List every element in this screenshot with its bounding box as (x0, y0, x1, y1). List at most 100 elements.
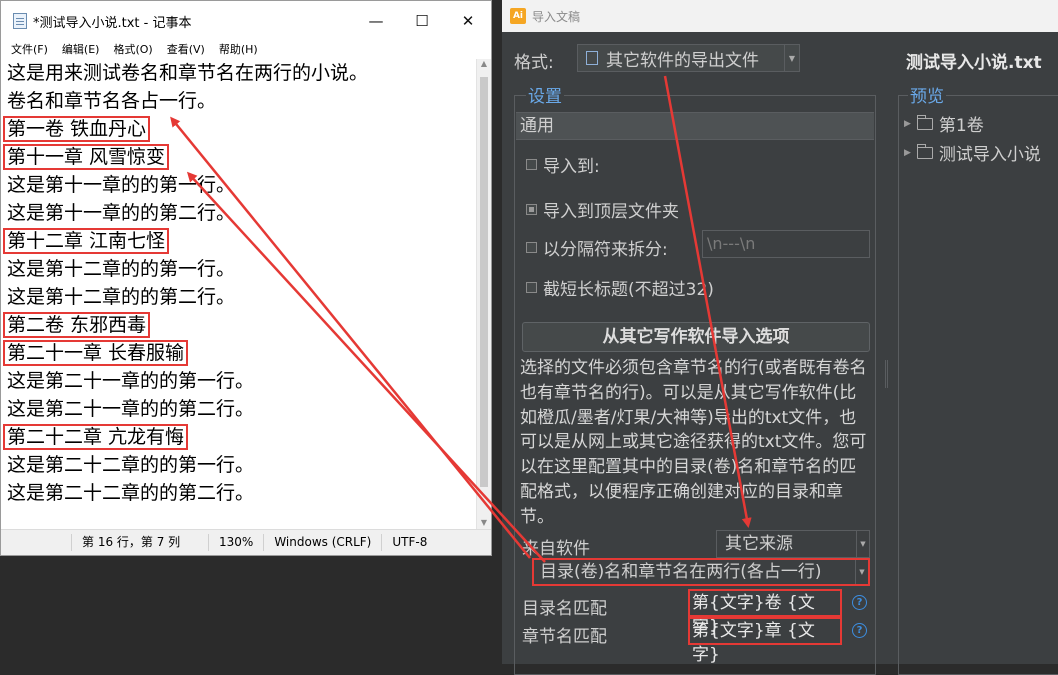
notepad-text-area[interactable]: 这是用来测试卷名和章节名在两行的小说。 卷名和章节名各占一行。第一卷 铁血丹心 第十… (1, 59, 477, 532)
splitter-handle[interactable] (885, 360, 888, 388)
chapter-match-label: 章节名匹配 (522, 627, 607, 647)
menu-file[interactable]: 文件(F) (11, 41, 48, 59)
document-icon (586, 51, 598, 65)
folder-icon (916, 114, 933, 130)
checkbox-icon (526, 242, 537, 253)
source-software-label: 来自软件 (522, 539, 590, 559)
app-logo-icon: Ai (510, 8, 526, 24)
status-encoding: UTF-8 (381, 534, 437, 551)
text-line: 这是第十一章的的第二行。 (1, 199, 477, 227)
import-dialog: Ai 导入文稿 格式: 其它软件的导出文件 ▼ 设置 通用 导入到: 导入到顶层… (502, 0, 1058, 675)
chevron-down-icon: ▼ (855, 560, 868, 584)
help-icon[interactable]: ? (852, 595, 867, 610)
line-text: 这是第十一章的的第二行。 (7, 202, 236, 224)
notepad-vertical-scrollbar[interactable]: ▲ ▼ (476, 59, 491, 532)
dialog-title: 导入文稿 (532, 9, 581, 24)
title-line: 第十二章 江南七怪 (1, 227, 477, 255)
import-top-folder-label: 导入到顶层文件夹 (543, 202, 679, 222)
text-line: 这是第二十一章的的第二行。 (1, 395, 477, 423)
text-line: 这是第十二章的的第二行。 (1, 283, 477, 311)
text-line: 这是第二十二章的的第一行。 (1, 451, 477, 479)
notepad-menubar: 文件(F) 编辑(E) 格式(O) 查看(V) 帮助(H) (1, 41, 491, 59)
menu-edit[interactable]: 编辑(E) (62, 41, 100, 59)
menu-help[interactable]: 帮助(H) (219, 41, 258, 59)
truncate-title-checkbox[interactable]: 截短长标题(不超过32) (526, 275, 714, 300)
chevron-down-icon: ▼ (856, 531, 869, 557)
preview-group (898, 95, 1058, 675)
chevron-right-icon[interactable]: ▶ (904, 119, 911, 129)
status-position: 第 16 行，第 7 列 (71, 534, 208, 551)
line-text: 第十一章 风雪惊变 (3, 144, 170, 170)
maximize-button[interactable]: ☐ (399, 1, 445, 41)
line-text: 这是用来测试卷名和章节名在两行的小说。 (7, 62, 369, 84)
dialog-titlebar: Ai 导入文稿 (502, 0, 1058, 32)
checkbox-icon (526, 282, 537, 293)
text-line: 这是第二十二章的的第二行。 (1, 479, 477, 507)
catalog-pattern-input[interactable]: 第{文字}卷 {文字} (688, 589, 842, 637)
chevron-right-icon[interactable]: ▶ (904, 148, 911, 158)
title-mode-value: 目录(卷)名和章节名在两行(各占一行) (540, 562, 822, 582)
title-line: 第二十二章 亢龙有悔 (1, 423, 477, 451)
checkbox-icon (526, 159, 537, 170)
line-text: 第二十二章 亢龙有悔 (3, 424, 189, 450)
import-top-folder-checkbox[interactable]: 导入到顶层文件夹 (526, 197, 679, 222)
tree-item-book[interactable]: ▶ 测试导入小说 (904, 140, 1041, 165)
general-section-header[interactable]: 通用 (516, 112, 874, 140)
chevron-down-icon: ▼ (784, 45, 799, 71)
chapter-pattern-input[interactable]: 第{文字}章 {文字} (688, 617, 842, 665)
title-line: 第一卷 铁血丹心 (1, 115, 477, 143)
menu-format[interactable]: 格式(O) (113, 41, 152, 59)
line-text: 这是第二十一章的的第一行。 (7, 370, 255, 392)
help-icon[interactable]: ? (852, 623, 867, 638)
split-by-separator-label: 以分隔符来拆分: (543, 240, 668, 260)
scroll-up-icon[interactable]: ▲ (477, 59, 491, 73)
status-line-ending: Windows (CRLF) (263, 534, 381, 551)
line-text: 这是第十二章的的第二行。 (7, 286, 236, 308)
text-line: 这是第十二章的的第一行。 (1, 255, 477, 283)
text-line: 这是第二十一章的的第一行。 (1, 367, 477, 395)
preview-label: 预览 (908, 82, 946, 107)
text-line: 卷名和章节名各占一行。 (1, 87, 477, 115)
line-text: 这是第二十二章的的第二行。 (7, 482, 255, 504)
line-text: 第十二章 江南七怪 (3, 228, 170, 254)
settings-label: 设置 (526, 82, 564, 107)
import-to-label: 导入到: (543, 157, 600, 177)
notepad-window: *测试导入小说.txt - 记事本 — ☐ ✕ 文件(F) 编辑(E) 格式(O… (0, 0, 492, 556)
source-software-select[interactable]: 其它来源 ▼ (716, 530, 870, 558)
line-text: 这是第二十一章的的第二行。 (7, 398, 255, 420)
source-software-value: 其它来源 (725, 534, 793, 554)
line-text: 这是第十一章的的第一行。 (7, 174, 236, 196)
checkbox-checked-icon (526, 204, 537, 215)
tree-item-volume[interactable]: ▶ 第1卷 (904, 111, 984, 136)
notepad-title: *测试导入小说.txt - 记事本 (33, 15, 192, 31)
minimize-button[interactable]: — (353, 1, 399, 41)
split-by-separator-checkbox[interactable]: 以分隔符来拆分: (526, 235, 668, 260)
other-software-options-header[interactable]: 从其它写作软件导入选项 (522, 322, 870, 352)
title-line: 第二十一章 长春服输 (1, 339, 477, 367)
format-label: 格式: (514, 53, 554, 73)
close-button[interactable]: ✕ (445, 1, 491, 41)
preview-file-title: 测试导入小说.txt (906, 53, 1042, 73)
scrollbar-thumb[interactable] (480, 77, 488, 487)
separator-input[interactable]: \n---\n (702, 230, 870, 258)
catalog-match-label: 目录名匹配 (522, 599, 607, 619)
notepad-icon (13, 13, 27, 29)
folder-icon (916, 143, 933, 159)
status-zoom: 130% (208, 534, 263, 551)
line-text: 卷名和章节名各占一行。 (7, 90, 217, 112)
notepad-titlebar: *测试导入小说.txt - 记事本 — ☐ ✕ (1, 1, 491, 41)
menu-view[interactable]: 查看(V) (167, 41, 205, 59)
notepad-statusbar: 第 16 行，第 7 列 130% Windows (CRLF) UTF-8 (1, 529, 491, 555)
line-text: 这是第二十二章的的第一行。 (7, 454, 255, 476)
format-select[interactable]: 其它软件的导出文件 ▼ (577, 44, 800, 72)
truncate-title-label: 截短长标题(不超过32) (543, 280, 714, 300)
text-line: 这是用来测试卷名和章节名在两行的小说。 (1, 59, 477, 87)
text-line: 这是第十一章的的第一行。 (1, 171, 477, 199)
line-text: 第二卷 东邪西毒 (3, 312, 151, 338)
import-to-checkbox[interactable]: 导入到: (526, 152, 600, 177)
tree-item-label: 测试导入小说 (938, 145, 1041, 165)
line-text: 第一卷 铁血丹心 (3, 116, 151, 142)
title-line: 第二卷 东邪西毒 (1, 311, 477, 339)
line-text: 第二十一章 长春服输 (3, 340, 189, 366)
title-mode-select[interactable]: 目录(卷)名和章节名在两行(各占一行) ▼ (532, 558, 870, 586)
